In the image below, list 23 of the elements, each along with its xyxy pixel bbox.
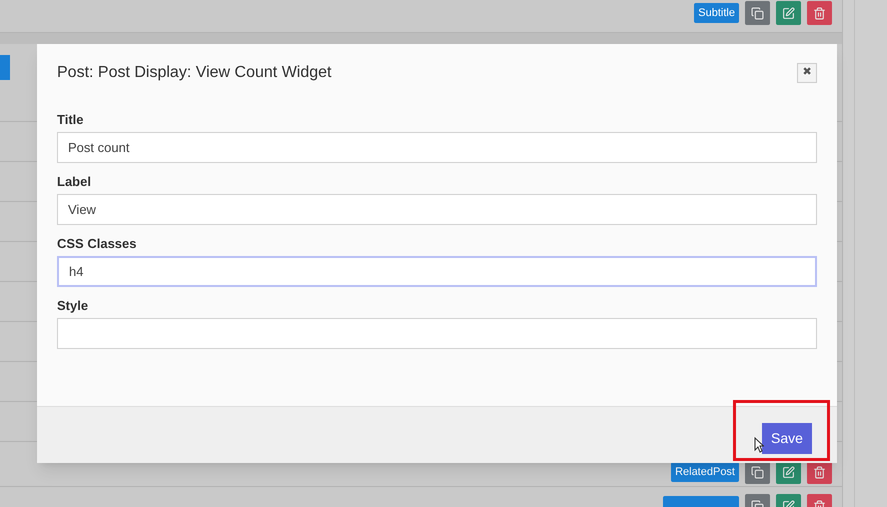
cursor-icon: [754, 436, 764, 452]
edit-icon: [782, 466, 795, 478]
delete-button[interactable]: [807, 1, 832, 25]
save-button[interactable]: Save: [762, 422, 812, 454]
input-field[interactable]: View: [57, 194, 817, 225]
tag-badge[interactable]: RelatedPost: [671, 462, 739, 482]
input-field[interactable]: Post count: [57, 132, 817, 163]
close-button[interactable]: ✖: [797, 62, 817, 82]
copy-icon: [751, 6, 764, 20]
input-field[interactable]: h4: [57, 256, 817, 287]
copy-button[interactable]: [745, 1, 770, 25]
trash-icon: [813, 6, 826, 20]
trash-icon: [813, 466, 826, 478]
modal-title: Post: Post Display: View Count Widget: [57, 62, 332, 82]
field-label: Title: [57, 111, 84, 129]
field-label: CSS Classes: [57, 235, 138, 253]
field-label: Style: [57, 297, 90, 315]
tag-badge[interactable]: Subtitle: [694, 3, 739, 23]
input-field[interactable]: [57, 318, 817, 349]
edit-button[interactable]: [776, 1, 801, 25]
edit-icon: [782, 6, 795, 20]
field-label: Label: [57, 173, 92, 191]
copy-icon: [751, 466, 764, 478]
